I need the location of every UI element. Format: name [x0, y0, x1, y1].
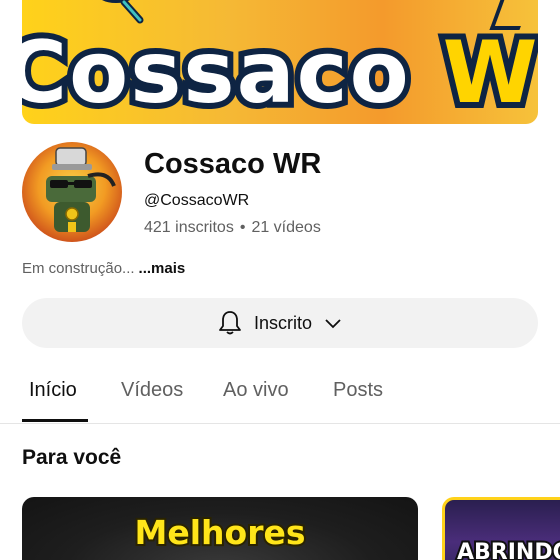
video-thumbnail[interactable]: ABRINDO [442, 497, 560, 560]
chevron-down-icon [325, 319, 341, 329]
subscribed-button[interactable]: Inscrito [22, 298, 538, 348]
thumbnail-text: ABRINDO [455, 538, 560, 560]
video-thumbnail[interactable]: Melhores [22, 497, 418, 560]
banner-title: Cossaco W [22, 23, 538, 123]
channel-banner: Cossaco W [22, 0, 538, 124]
subscribed-label: Inscrito [253, 312, 313, 333]
tab-inicio[interactable]: Início [29, 379, 77, 402]
channel-description[interactable]: Em construção... ...mais [22, 260, 185, 277]
stats-separator: • [239, 219, 246, 236]
thumbnail-text: Melhores [133, 511, 308, 554]
active-tab-indicator [22, 419, 88, 422]
section-title: Para você [22, 446, 122, 469]
avatar-character-icon [46, 147, 116, 232]
more-link[interactable]: ...mais [139, 260, 186, 277]
tab-ao-vivo[interactable]: Ao vivo [223, 379, 289, 402]
bell-icon [219, 311, 241, 335]
channel-tabs: Início Vídeos Ao vivo Posts [0, 362, 560, 424]
channel-handle: @CossacoWR [144, 192, 250, 209]
channel-name: Cossaco WR [144, 148, 322, 180]
video-count: 21 vídeos [251, 219, 321, 236]
channel-avatar[interactable] [22, 142, 122, 242]
tab-videos[interactable]: Vídeos [121, 379, 183, 402]
tab-posts[interactable]: Posts [333, 379, 383, 402]
description-text: Em construção... [22, 260, 135, 277]
channel-stats: 421 inscritos • 21 vídeos [144, 219, 321, 237]
subscriber-count: 421 inscritos [144, 219, 234, 236]
